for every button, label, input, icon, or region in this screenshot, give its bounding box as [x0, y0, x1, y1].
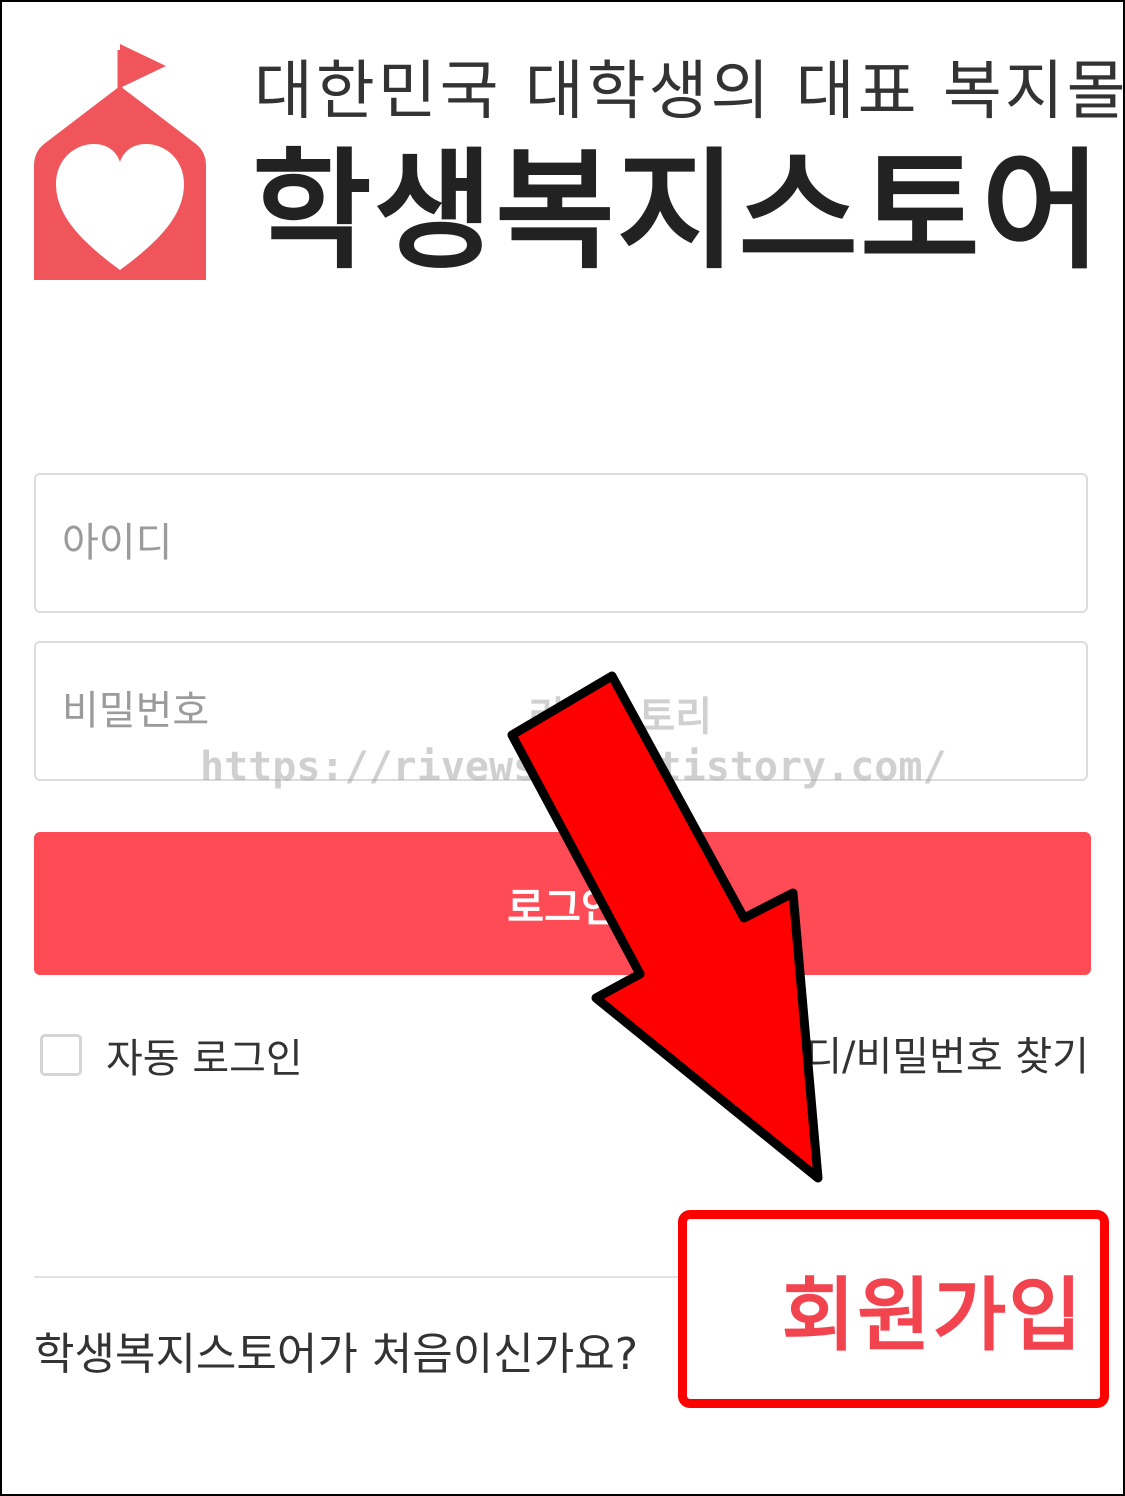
signup-link[interactable]: 회원가입	[782, 1251, 1084, 1367]
id-input[interactable]	[34, 473, 1088, 613]
auto-login-label: 자동 로그인	[106, 1036, 303, 1082]
brand-name: 학생복지스토어	[252, 135, 1104, 287]
first-time-prompt: 학생복지스토어가 처음이신가요?	[34, 1329, 639, 1380]
login-button[interactable]: 로그인	[34, 832, 1091, 975]
brand-tagline: 대한민국 대학생의 대표 복지몰	[254, 55, 1125, 129]
signup-highlight-box[interactable]: 회원가입	[678, 1210, 1109, 1408]
house-heart-logo-icon	[34, 44, 206, 280]
find-account-link[interactable]: 아이디/비밀번호 찾기	[732, 1024, 1089, 1082]
auto-login-checkbox[interactable]	[40, 1034, 82, 1076]
auto-login-option[interactable]: 자동 로그인	[40, 1026, 303, 1084]
password-input[interactable]	[34, 641, 1088, 781]
